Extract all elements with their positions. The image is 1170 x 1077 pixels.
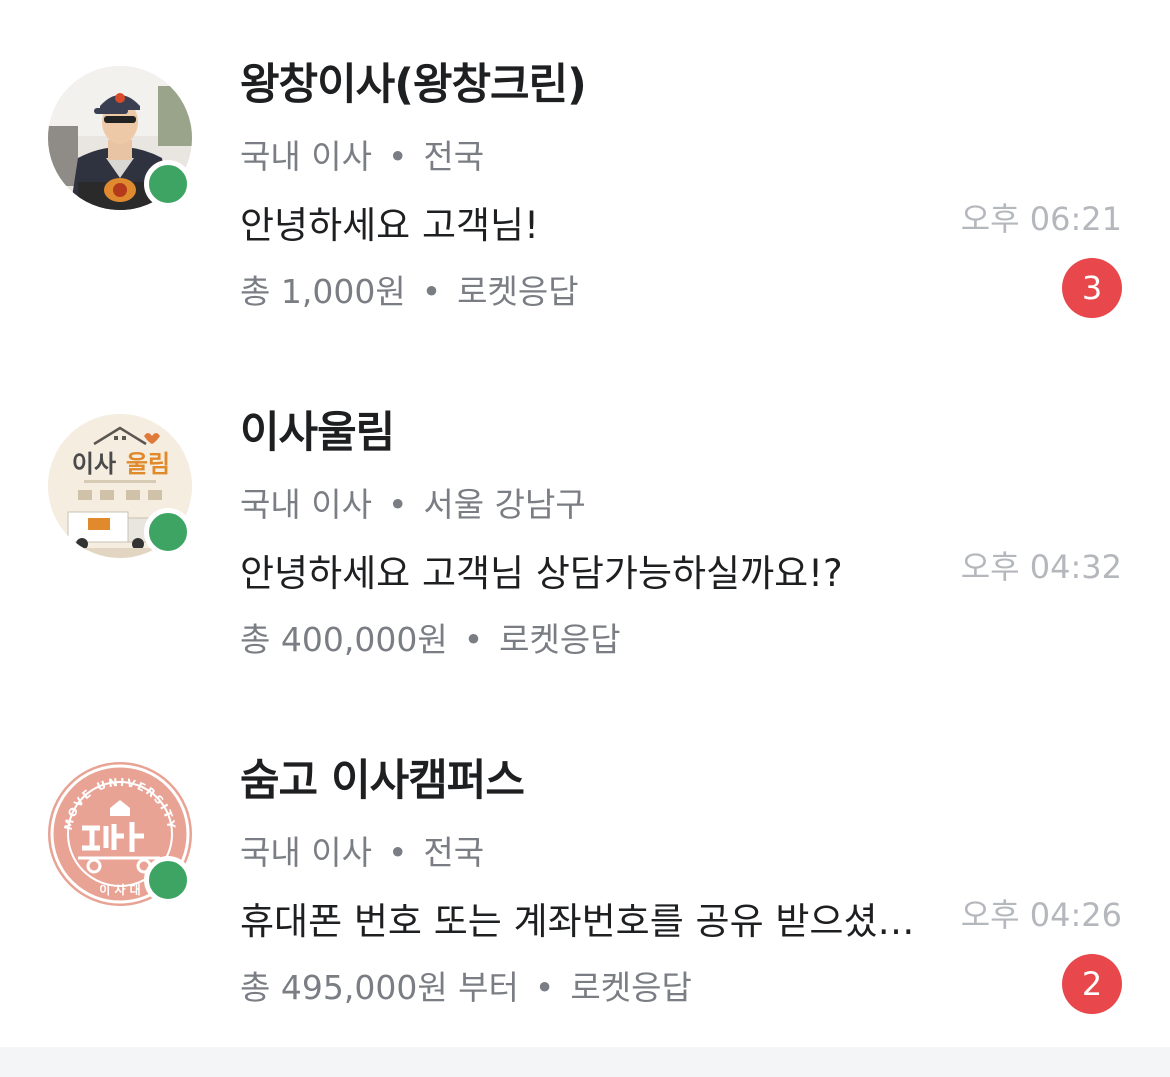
partner-name: 왕창이사(왕창크린) — [240, 60, 587, 110]
online-status-indicator — [144, 508, 192, 556]
logo-text: 이사 — [72, 450, 116, 478]
separator-dot: • — [534, 968, 555, 1007]
unread-count-badge: 3 — [1062, 258, 1122, 318]
partner-name: 숨고 이사캠퍼스 — [240, 756, 525, 806]
chat-list-item[interactable]: 이사 울림 이사울림 국내 이사 • 서울 강남구 안녕하세요 고객님 상담가능하실… — [0, 348, 1170, 688]
message-time: 오후 06:21 — [960, 200, 1122, 238]
service-info: 국내 이사 • 전국 — [240, 130, 484, 178]
chat-list: 왕창이사(왕창크린) 국내 이사 • 전국 안녕하세요 고객님! 오후 06:21 … — [0, 0, 1170, 1047]
chat-list-item[interactable]: MOVE UNIVERSITY 이 사 대 숨고 이사캠퍼스 국내 이사 • 전국 … — [0, 696, 1170, 1036]
quote-price: 총 1,000원 — [240, 272, 406, 311]
unread-count-badge: 2 — [1062, 954, 1122, 1014]
quote-info: 총 495,000원 부터 • 로켓응답 — [240, 961, 692, 1009]
online-status-indicator — [144, 856, 192, 904]
chat-list-item[interactable]: 왕창이사(왕창크린) 국내 이사 • 전국 안녕하세요 고객님! 오후 06:21 … — [0, 0, 1170, 340]
service-category: 국내 이사 — [240, 485, 372, 524]
online-status-indicator — [144, 160, 192, 208]
service-region: 서울 강남구 — [423, 485, 586, 524]
last-message: 휴대폰 번호 또는 계좌번호를 공유 받으셨… — [240, 900, 915, 943]
last-message: 안녕하세요 고객님 상담가능하실까요!? — [240, 552, 843, 595]
service-category: 국내 이사 — [240, 833, 372, 872]
service-category: 국내 이사 — [240, 137, 372, 176]
message-time: 오후 04:26 — [960, 896, 1122, 934]
service-region: 전국 — [423, 833, 485, 872]
service-info: 국내 이사 • 서울 강남구 — [240, 478, 586, 526]
separator-dot: • — [463, 620, 484, 659]
separator-dot: • — [387, 833, 408, 872]
quote-info: 총 1,000원 • 로켓응답 — [240, 265, 579, 313]
response-badge-text: 로켓응답 — [457, 272, 579, 311]
separator-dot: • — [387, 485, 408, 524]
quote-info: 총 400,000원 • 로켓응답 — [240, 613, 621, 661]
quote-price: 총 495,000원 부터 — [240, 968, 519, 1007]
message-time: 오후 04:32 — [960, 548, 1122, 586]
service-region: 전국 — [423, 137, 485, 176]
list-footer-divider — [0, 1047, 1170, 1077]
last-message: 안녕하세요 고객님! — [240, 204, 539, 247]
separator-dot: • — [387, 137, 408, 176]
response-badge-text: 로켓응답 — [570, 968, 692, 1007]
partner-name: 이사울림 — [240, 408, 395, 458]
quote-price: 총 400,000원 — [240, 620, 448, 659]
separator-dot: • — [421, 272, 442, 311]
service-info: 국내 이사 • 전국 — [240, 826, 484, 874]
response-badge-text: 로켓응답 — [499, 620, 621, 659]
logo-text: 울림 — [126, 450, 170, 478]
logo-bottom-text: 이 사 대 — [99, 882, 140, 897]
